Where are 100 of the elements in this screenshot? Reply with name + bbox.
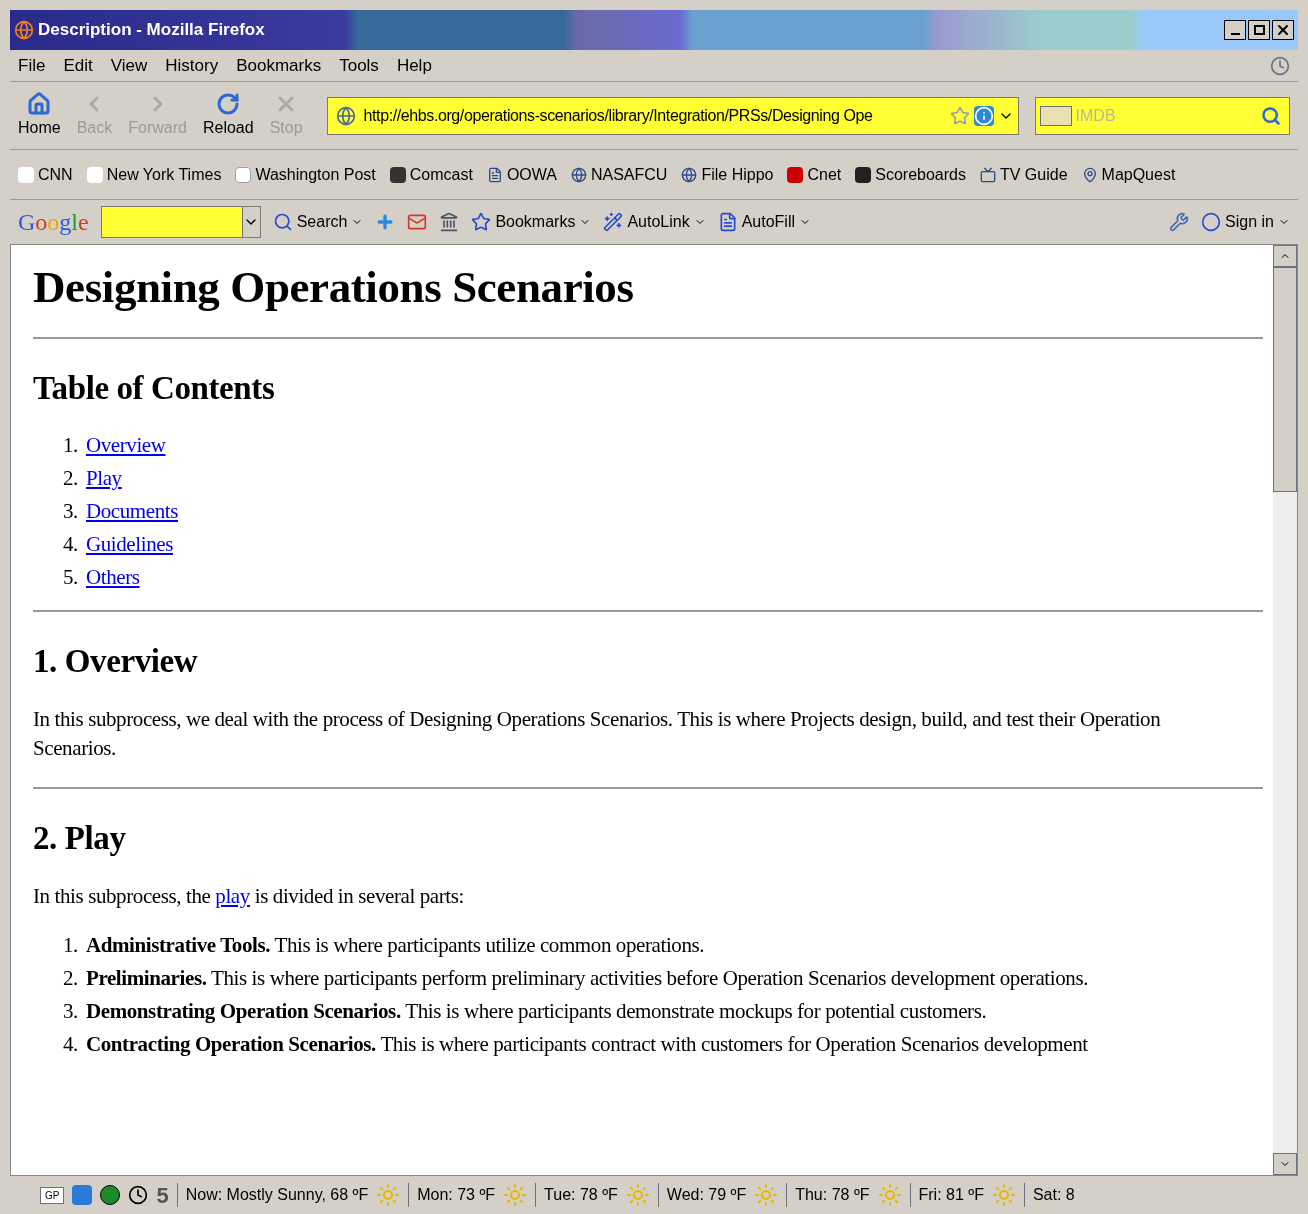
page-icon [486, 166, 503, 183]
bookmark-link[interactable]: Washington Post [255, 162, 376, 187]
bookmark-link[interactable]: Scoreboards [875, 162, 966, 187]
toolbar-button[interactable]: Bookmarks [495, 210, 576, 234]
toc-link[interactable]: Documents [85, 495, 178, 529]
maximize-button[interactable] [1248, 20, 1270, 40]
bookmark-link[interactable]: OOWA [506, 162, 557, 187]
menu-item[interactable]: Bookmarks [236, 52, 322, 79]
site-logo-icon [18, 166, 34, 183]
bookmark-link[interactable]: New York Times [106, 162, 222, 187]
list-number: 3. [63, 998, 78, 1025]
menu-item[interactable]: History [165, 52, 219, 79]
nav-button[interactable]: Home [18, 91, 61, 140]
bookmark-star-icon[interactable] [949, 105, 970, 126]
site-logo-icon [389, 166, 406, 183]
globe-icon [570, 166, 587, 183]
tv-icon [979, 166, 996, 183]
google-logo[interactable]: Google [18, 204, 89, 240]
page-heading: Designing Operations Scenarios [33, 261, 635, 314]
toc-link[interactable]: Others [85, 561, 140, 595]
list-number: 3. [63, 498, 78, 526]
search-icon[interactable] [1261, 105, 1281, 126]
google-search-field[interactable] [100, 206, 261, 238]
list-number: 4. [63, 531, 78, 559]
section-heading: 1. Overview [33, 642, 199, 682]
weather-forecast: Sat: 8 [1032, 1185, 1075, 1205]
list-number: 1. [63, 432, 78, 460]
menu-item[interactable]: Edit [63, 52, 93, 79]
list-item-text: Preliminaries. This is where participants perform preliminary activities before Operation Scenarios development operations. [85, 965, 1088, 992]
weather-forecast: Thu: 78 ºF [795, 1185, 870, 1205]
list-item-text: Contracting Operation Scenarios. This is where participants contract with customers for Operation Scenarios development [85, 1031, 1088, 1058]
building-icon[interactable] [439, 212, 460, 232]
site-logo-icon [855, 166, 872, 183]
mail-icon[interactable] [407, 212, 428, 232]
reload-icon [216, 91, 241, 116]
section-heading: Table of Contents [33, 369, 276, 409]
site-logo-icon [235, 166, 252, 183]
app-icon [72, 1185, 93, 1205]
paragraph: In this subprocess, we deal with the process of Designing Operations Scenarios. This is where Projects design, build, and test their Operation Scenarios. [33, 705, 1162, 762]
list-number: 1. [63, 932, 78, 959]
search-engine-icon [1039, 105, 1072, 126]
search-icon [272, 212, 293, 232]
nav-button[interactable]: Reload [202, 91, 254, 140]
paragraph: In this subprocess, the play is divided in several parts: [33, 882, 465, 910]
list-number: 2. [63, 965, 78, 992]
toc-link[interactable]: Overview [85, 429, 166, 463]
globe-icon [681, 166, 698, 183]
wrench-icon[interactable] [1169, 212, 1190, 232]
browser-logo-icon [14, 20, 34, 40]
list-item-text: Administrative Tools. This is where participants utilize common operations. [85, 932, 705, 959]
weather-forecast: Wed: 79 ºF [666, 1185, 747, 1205]
toolbar-button[interactable]: Search [296, 210, 348, 234]
scrollbar[interactable] [1273, 245, 1297, 1175]
pin-icon [1081, 166, 1098, 183]
weather-forecast: Tue: 78 ºF [544, 1185, 618, 1205]
weather-forecast: Mon: 73 ºF [417, 1185, 496, 1205]
toolbar-button[interactable]: Sign in [1225, 210, 1274, 234]
home-icon [27, 91, 52, 116]
bookmark-link[interactable]: Comcast [409, 162, 473, 187]
minimize-button[interactable] [1224, 20, 1246, 40]
bookmark-link[interactable]: TV Guide [999, 162, 1068, 187]
list-item-text: Demonstrating Operation Scenarios. This is where participants demonstrate mockups for potential customers. [85, 998, 987, 1025]
bookmark-link[interactable]: Cnet [807, 162, 842, 187]
status-badge: GP [40, 1186, 65, 1204]
list-number: 5. [63, 564, 78, 592]
play-link[interactable]: play [215, 883, 250, 908]
menu-item[interactable]: Help [396, 52, 432, 79]
activity-icon [1270, 55, 1290, 76]
toolbar-button[interactable]: AutoLink [627, 210, 690, 234]
list-number: 4. [63, 1031, 78, 1058]
list-number: 2. [63, 465, 78, 493]
clock-icon [128, 1185, 149, 1205]
minimize-icon [1230, 33, 1240, 35]
bookmark-link[interactable]: MapQuest [1101, 162, 1176, 187]
site-icon [335, 105, 356, 126]
bookmarks-icon [471, 212, 492, 232]
section-heading: 2. Play [33, 819, 127, 859]
signin-icon [1201, 212, 1222, 232]
bookmark-link[interactable]: NASAFCU [590, 162, 668, 187]
menu-item[interactable]: Tools [339, 52, 379, 79]
bookmark-link[interactable]: File Hippo [701, 162, 774, 187]
menu-item[interactable]: View [110, 52, 148, 79]
close-button[interactable] [1272, 20, 1294, 40]
scrollbar-thumb[interactable] [1273, 267, 1297, 492]
site-logo-icon [86, 166, 103, 183]
window-title: Description - Mozilla Firefox [38, 19, 265, 42]
toolbar-button[interactable]: AutoFill [741, 210, 796, 234]
weather-forecast: Now: Mostly Sunny, 68 ºF [185, 1185, 369, 1205]
status-count: 5 [156, 1181, 169, 1210]
close-icon [1275, 22, 1291, 38]
toc-link[interactable]: Play [85, 462, 122, 496]
toc-link[interactable]: Guidelines [85, 528, 173, 562]
maximize-icon [1253, 25, 1265, 35]
address-bar[interactable]: http://ehbs.org/operations-scenarios/library/Integration/PRSs/Designing Ope [326, 96, 1019, 135]
autolink-icon [603, 212, 624, 232]
site-logo-icon [787, 166, 804, 183]
bookmark-link[interactable]: CNN [38, 162, 73, 187]
menu-item[interactable]: File [18, 52, 46, 79]
info-icon [973, 105, 994, 126]
weather-forecast: Fri: 81 ºF [918, 1185, 984, 1205]
